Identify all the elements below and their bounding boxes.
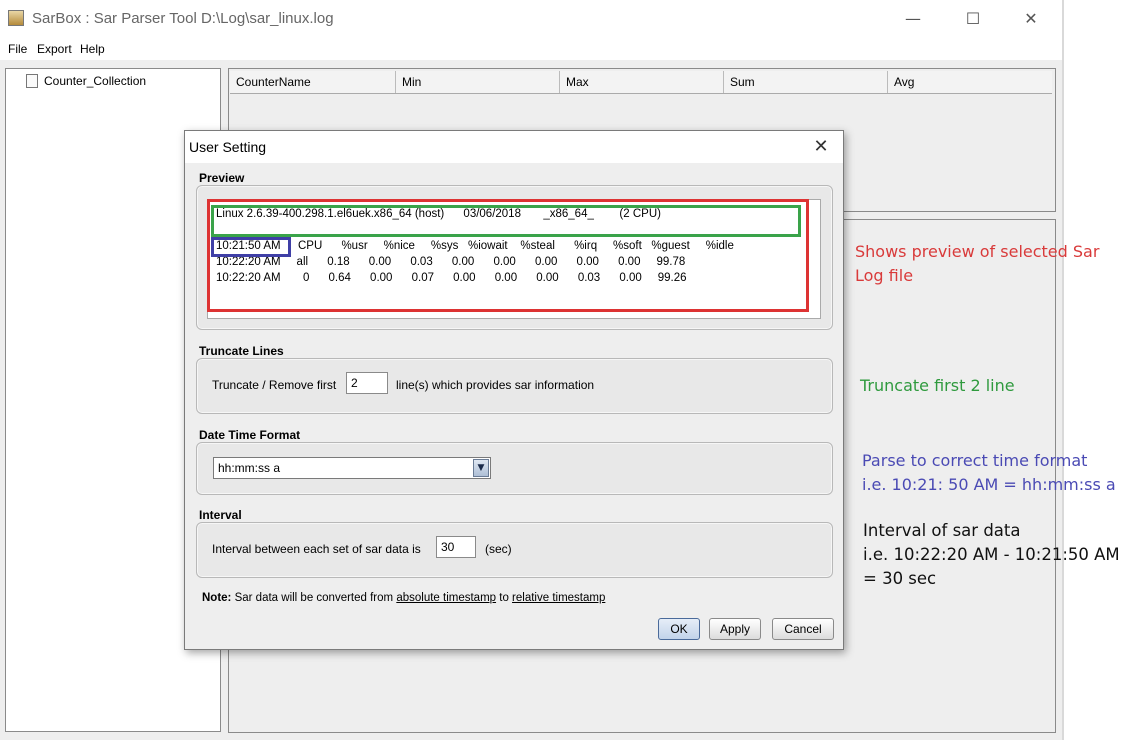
menu-file[interactable]: File (8, 42, 27, 56)
datetime-format-value: hh:mm:ss a (218, 461, 281, 475)
menu-help[interactable]: Help (80, 42, 105, 56)
interval-annotation: Interval of sar data i.e. 10:22:20 AM - … (863, 519, 1120, 591)
annotation-line: i.e. 10:22:20 AM - 10:21:50 AM (863, 545, 1120, 564)
note-bold-label: Note: (202, 592, 232, 604)
window-edge (1062, 0, 1064, 740)
column-counter-name[interactable]: CounterName (230, 71, 396, 93)
format-annotation: Parse to correct time format i.e. 10:21:… (862, 449, 1116, 497)
menu-bar: File Export Help (0, 38, 1062, 60)
dialog-title: User Setting (189, 139, 267, 155)
menu-export[interactable]: Export (37, 42, 72, 56)
interval-prefix: Interval between each set of sar data is (212, 542, 421, 556)
absolute-timestamp-link: absolute timestamp (396, 592, 497, 604)
column-sum[interactable]: Sum (724, 71, 888, 93)
tree-node-counter-collection[interactable]: Counter_Collection (44, 74, 146, 88)
relative-timestamp-link: relative timestamp (512, 592, 606, 604)
ok-button[interactable]: OK (658, 618, 700, 640)
annotation-line: Parse to correct time format (862, 451, 1088, 470)
interval-seconds-input[interactable]: 30 (436, 536, 476, 558)
window-titlebar: SarBox : Sar Parser Tool D:\Log\sar_linu… (0, 0, 1062, 38)
truncate-lines-input[interactable]: 2 (346, 372, 388, 394)
column-min[interactable]: Min (396, 71, 560, 93)
datetime-format-label: Date Time Format (199, 428, 301, 442)
note-text: Sar data will be converted from (234, 592, 394, 604)
conversion-note: Note: Sar data will be converted from ab… (202, 592, 605, 604)
truncate-annotation: Truncate first 2 line (860, 376, 1015, 395)
header-line-highlight-box (211, 205, 801, 237)
dialog-close-button[interactable]: ✕ (807, 135, 835, 159)
minimize-button[interactable]: — (890, 6, 936, 32)
cancel-button[interactable]: Cancel (772, 618, 834, 640)
note-text: to (499, 592, 509, 604)
annotation-line: i.e. 10:21: 50 AM = hh:mm:ss a (862, 475, 1116, 494)
interval-suffix: (sec) (485, 542, 512, 556)
column-max[interactable]: Max (560, 71, 724, 93)
time-format-highlight-box (211, 237, 291, 257)
user-setting-dialog: User Setting ✕ Preview Linux 2.6.39-400.… (184, 130, 844, 650)
dialog-titlebar: User Setting ✕ (185, 131, 843, 163)
apply-button[interactable]: Apply (709, 618, 761, 640)
close-button[interactable]: ✕ (1008, 6, 1054, 32)
maximize-button[interactable]: ☐ (950, 6, 996, 32)
interval-label: Interval (199, 508, 242, 522)
preview-label: Preview (199, 171, 245, 185)
table-header: CounterName Min Max Sum Avg (230, 71, 1052, 94)
window-title: SarBox : Sar Parser Tool D:\Log\sar_linu… (32, 10, 334, 27)
datetime-format-select[interactable]: hh:mm:ss a ▼ (213, 457, 491, 479)
annotation-line: Log file (855, 266, 914, 285)
truncate-suffix: line(s) which provides sar information (396, 378, 595, 392)
preview-annotation: Shows preview of selected Sar Log file (855, 240, 1099, 288)
annotation-line: Shows preview of selected Sar (855, 242, 1100, 261)
annotation-line: = 30 sec (863, 569, 937, 588)
annotation-line: Interval of sar data (863, 521, 1021, 540)
document-icon (26, 74, 38, 88)
column-avg[interactable]: Avg (888, 71, 1052, 93)
truncate-prefix: Truncate / Remove first (212, 378, 337, 392)
app-icon (8, 10, 24, 26)
chevron-down-icon[interactable]: ▼ (473, 459, 489, 477)
truncate-label: Truncate Lines (199, 344, 284, 358)
